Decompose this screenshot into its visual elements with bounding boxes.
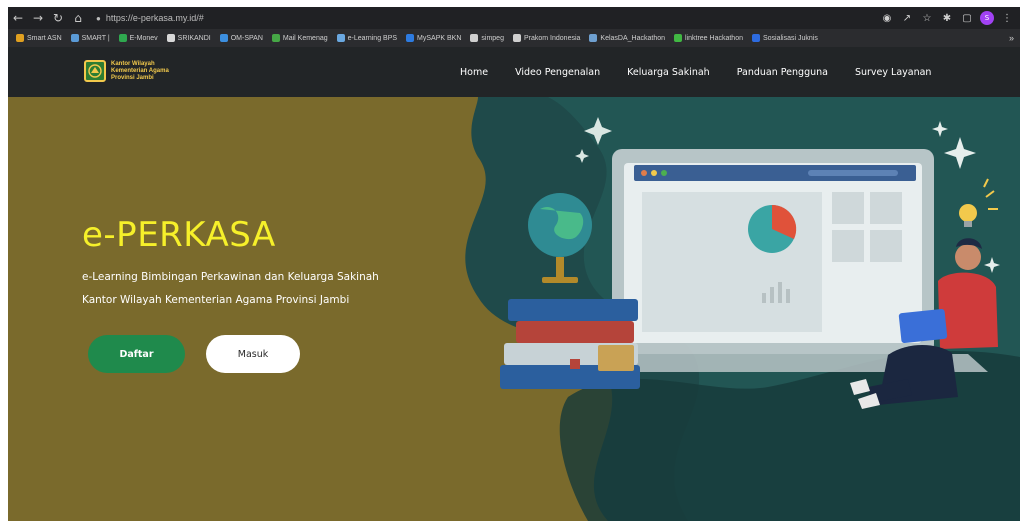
bookmark-label: SMART | <box>81 34 110 42</box>
star-icon[interactable]: ☆ <box>920 11 934 25</box>
puzzle-icon[interactable]: ✱ <box>940 11 954 25</box>
bookmark-label: Smart ASN <box>27 34 62 42</box>
reload-icon[interactable]: ↻ <box>48 8 68 28</box>
back-arrow-icon[interactable]: ← <box>8 8 28 28</box>
bookmark-label: Prakom Indonesia <box>523 34 581 42</box>
site-logo[interactable]: Kantor Wilayah Kementerian Agama Provins… <box>84 60 169 82</box>
daftar-button[interactable]: Daftar <box>88 335 185 373</box>
address-bar-row: ← → ↻ ⌂ ● https://e-perkasa.my.id/# ◉ ↗ … <box>8 7 1020 29</box>
bookmark-label: Sosialisasi Juknis <box>762 34 818 42</box>
bookmark-favicon-icon <box>219 34 228 42</box>
bookmark-item[interactable]: E-Monev <box>118 34 158 42</box>
bookmark-favicon-icon <box>751 34 760 42</box>
bookmark-label: KelasDA_Hackathon <box>600 34 665 42</box>
profile-avatar[interactable]: S <box>980 11 994 25</box>
nav-keluarga-sakinah[interactable]: Keluarga Sakinah <box>627 67 710 78</box>
logo-line-2: Kementerian Agama <box>111 67 169 74</box>
hero-subtitle: e-Learning Bimbingan Perkawinan dan Kelu… <box>82 266 379 312</box>
bookmark-favicon-icon <box>470 34 479 42</box>
bookmark-favicon-icon <box>166 34 175 42</box>
bookmark-label: linktree Hackathon <box>685 34 743 42</box>
nav-home[interactable]: Home <box>460 67 488 78</box>
bookmark-item[interactable]: KelasDA_Hackathon <box>589 34 665 42</box>
bookmark-item[interactable]: linktree Hackathon <box>674 34 743 42</box>
bookmark-item[interactable]: Smart ASN <box>16 34 62 42</box>
bookmark-favicon-icon <box>118 34 127 42</box>
hero-subtitle-line-1: e-Learning Bimbingan Perkawinan dan Kelu… <box>82 271 379 283</box>
bookmark-item[interactable]: OM-SPAN <box>219 34 263 42</box>
bookmark-favicon-icon <box>271 34 280 42</box>
bookmark-favicon-icon <box>70 34 79 42</box>
masuk-button[interactable]: Masuk <box>206 335 300 373</box>
bookmark-favicon-icon <box>406 34 415 42</box>
forward-arrow-icon[interactable]: → <box>28 8 48 28</box>
nav-video-pengenalan[interactable]: Video Pengenalan <box>515 67 600 78</box>
logo-text: Kantor Wilayah Kementerian Agama Provins… <box>111 61 169 82</box>
hero-subtitle-line-2: Kantor Wilayah Kementerian Agama Provins… <box>82 294 350 306</box>
bookmark-item[interactable]: MySAPK BKN <box>406 34 461 42</box>
bookmarks-bar: Smart ASN SMART | E-Monev SRIKANDI OM-SPAN Ma… <box>8 29 1020 47</box>
bookmark-label: SRIKANDI <box>177 34 211 42</box>
bookmark-label: E-Monev <box>129 34 158 42</box>
bookmark-favicon-icon <box>589 34 598 42</box>
main-menu: Home Video Pengenalan Keluarga Sakinah P… <box>460 47 958 97</box>
bookmark-item[interactable]: e-Learning BPS <box>336 34 398 42</box>
bookmarks-more-button[interactable]: » <box>1009 33 1020 43</box>
url-text: https://e-perkasa.my.id/# <box>105 13 204 23</box>
nav-panduan-pengguna[interactable]: Panduan Pengguna <box>737 67 828 78</box>
bookmark-label: e-Learning BPS <box>347 34 398 42</box>
bookmark-item[interactable]: Sosialisasi Juknis <box>751 34 818 42</box>
bookmark-label: MySAPK BKN <box>417 34 462 42</box>
bookmark-item[interactable]: Mail Kemenag <box>271 34 328 42</box>
share-icon[interactable]: ↗ <box>900 11 914 25</box>
hero-section: e-PERKASA e-Learning Bimbingan Perkawina… <box>8 97 1020 521</box>
menu-dots-icon[interactable]: ⋮ <box>1000 11 1014 25</box>
home-icon[interactable]: ⌂ <box>68 8 88 28</box>
extension-icon[interactable]: ◉ <box>880 11 894 25</box>
bookmark-label: Mail Kemenag <box>282 34 328 42</box>
books-stack-icon <box>500 299 640 389</box>
bookmark-label: OM-SPAN <box>230 34 263 42</box>
bookmark-item[interactable]: Prakom Indonesia <box>512 34 581 42</box>
browser-window: ← → ↻ ⌂ ● https://e-perkasa.my.id/# ◉ ↗ … <box>0 0 1025 522</box>
sidebar-icon[interactable]: ▢ <box>960 11 974 25</box>
lock-icon: ● <box>96 13 101 23</box>
logo-line-3: Provinsi Jambi <box>111 74 154 81</box>
bookmark-favicon-icon <box>674 34 682 42</box>
url-input[interactable]: ● https://e-perkasa.my.id/# <box>96 9 256 27</box>
bookmark-item[interactable]: simpeg <box>470 34 504 42</box>
site-navbar: Kantor Wilayah Kementerian Agama Provins… <box>8 47 1020 97</box>
bookmark-favicon-icon <box>512 34 521 42</box>
browser-toolbar-right: ◉ ↗ ☆ ✱ ▢ S ⋮ <box>880 11 1020 25</box>
bookmark-favicon-icon <box>16 34 24 42</box>
logo-line-1: Kantor Wilayah <box>111 60 155 67</box>
hero-title: e-PERKASA <box>82 215 276 255</box>
nav-survey-layanan[interactable]: Survey Layanan <box>855 67 932 78</box>
bookmark-item[interactable]: SMART | <box>70 34 110 42</box>
bookmark-label: simpeg <box>481 34 504 42</box>
laptop-panel <box>642 192 822 332</box>
bookmark-favicon-icon <box>336 34 345 42</box>
bookmark-item[interactable]: SRIKANDI <box>166 34 211 42</box>
kemenag-emblem-icon <box>84 60 106 82</box>
lightbulb-icon <box>959 204 977 222</box>
